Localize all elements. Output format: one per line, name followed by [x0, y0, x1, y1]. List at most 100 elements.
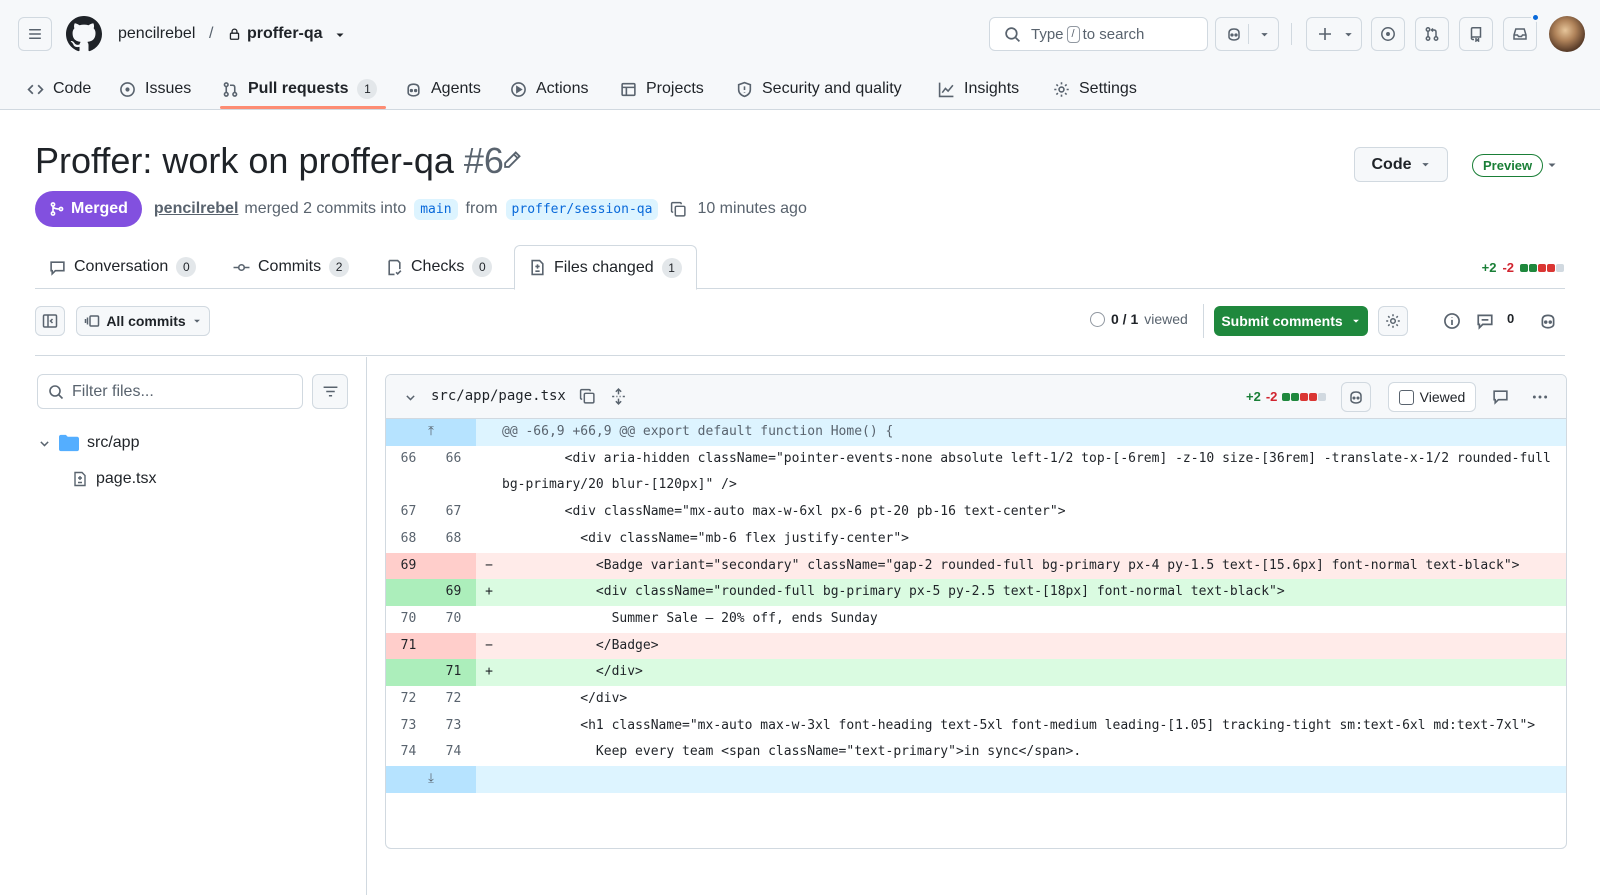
copilot-icon[interactable] — [1539, 312, 1557, 330]
nav-security[interactable]: Security and quality — [736, 68, 902, 110]
old-line-number[interactable]: 68 — [386, 525, 431, 553]
nav-settings[interactable]: Settings — [1053, 68, 1137, 110]
tab-conversation[interactable]: Conversation 0 — [35, 245, 210, 289]
tab-commits[interactable]: Commits 2 — [219, 245, 363, 289]
diff-line[interactable]: 69 − <Badge variant="secondary" className… — [386, 552, 1566, 580]
new-line-number[interactable]: 72 — [431, 686, 476, 713]
new-line-number[interactable]: 74 — [431, 739, 476, 767]
tree-file-page-tsx[interactable]: page.tsx — [72, 470, 156, 488]
viewed-checkbox-button[interactable]: Viewed — [1388, 382, 1476, 412]
diff-line[interactable]: 66 66 <div aria-hidden className="pointer… — [386, 445, 1566, 500]
new-line-number[interactable]: 66 — [431, 445, 476, 500]
diff-line[interactable]: 71 − </Badge> — [386, 632, 1566, 660]
diff-line[interactable]: 69 + <div className="rounded-full bg-prim… — [386, 579, 1566, 606]
nav-pull-requests[interactable]: Pull requests 1 — [222, 68, 378, 110]
nav-agents[interactable]: Agents — [405, 68, 481, 110]
nav-code[interactable]: Code — [27, 68, 91, 110]
comment-icon[interactable] — [1492, 388, 1509, 405]
copilot-button[interactable] — [1215, 17, 1279, 51]
issues-shortcut-button[interactable] — [1371, 17, 1405, 51]
folder-icon — [59, 434, 79, 452]
nav-actions[interactable]: Actions — [510, 68, 588, 110]
base-branch[interactable]: main — [414, 198, 458, 220]
copilot-file-button[interactable] — [1341, 382, 1371, 412]
diff-line[interactable]: 68 68 <div className="mb-6 flex justify-c… — [386, 525, 1566, 553]
nav-projects[interactable]: Projects — [620, 68, 704, 110]
copy-icon[interactable] — [579, 388, 596, 405]
new-line-number[interactable]: 70 — [431, 605, 476, 633]
submit-comments-button[interactable]: Submit comments — [1214, 306, 1368, 336]
old-line-number[interactable]: 70 — [386, 605, 431, 633]
new-line-number[interactable] — [431, 552, 476, 580]
diff-settings-button[interactable] — [1378, 306, 1408, 336]
tab-files-changed[interactable]: Files changed 1 — [514, 245, 697, 290]
comment-icon[interactable] — [1476, 312, 1494, 330]
old-line-number[interactable]: 67 — [386, 499, 431, 526]
old-line-number[interactable]: 73 — [386, 712, 431, 740]
code-button[interactable]: Code — [1354, 147, 1448, 182]
all-commits-button[interactable]: All commits — [76, 306, 210, 336]
diff-line[interactable]: 71 + </div> — [386, 659, 1566, 687]
user-avatar[interactable] — [1549, 16, 1585, 52]
graph-icon — [938, 82, 954, 97]
file-diff: src/app/page.tsx +2 -2 Viewed ⤒ @@ -66,9… — [385, 374, 1567, 849]
new-line-number[interactable]: 69 — [431, 579, 476, 606]
tree-folder-src-app[interactable]: src/app — [38, 434, 139, 452]
pr-author-link[interactable]: pencilrebel — [154, 200, 238, 218]
search-input[interactable]: Type / to search — [989, 17, 1208, 51]
expand-down-icon[interactable]: ⤓ — [386, 766, 476, 793]
toggle-file-tree-button[interactable] — [35, 306, 65, 336]
notifications-button[interactable] — [1503, 17, 1537, 51]
nav-insights[interactable]: Insights — [938, 68, 1019, 110]
old-line-number[interactable]: 66 — [386, 445, 431, 500]
hamburger-menu-button[interactable] — [18, 17, 52, 51]
viewed-progress: 0 / 1 viewed — [1090, 311, 1188, 327]
search-icon — [49, 384, 64, 399]
diff-filename[interactable]: src/app/page.tsx — [431, 388, 566, 404]
pr-tabs: Conversation 0 Commits 2 Checks 0 Files … — [35, 245, 1565, 290]
filter-files-input[interactable]: Filter files... — [37, 374, 303, 409]
nav-issues[interactable]: Issues — [119, 68, 191, 110]
new-line-number[interactable] — [431, 632, 476, 660]
diff-line[interactable]: 70 70 Summer Sale — 20% off, ends Sunday — [386, 605, 1566, 633]
filter-options-button[interactable] — [312, 374, 348, 409]
old-line-number[interactable]: 72 — [386, 686, 431, 713]
github-logo-icon[interactable] — [66, 16, 102, 52]
diff-sign — [476, 446, 502, 499]
repo-owner-link[interactable]: pencilrebel — [118, 24, 195, 44]
preview-badge[interactable]: Preview — [1472, 154, 1544, 177]
expand-up-icon[interactable]: ⤒ — [386, 419, 476, 446]
chevron-down-icon[interactable] — [404, 391, 417, 404]
old-line-number[interactable] — [386, 659, 431, 687]
pull-requests-shortcut-button[interactable] — [1415, 17, 1449, 51]
nav-actions-label: Actions — [536, 80, 589, 97]
repo-caret-down-icon[interactable] — [334, 29, 346, 41]
old-line-number[interactable] — [386, 579, 431, 606]
copy-icon[interactable] — [670, 201, 687, 218]
expand-all-icon[interactable] — [610, 388, 627, 405]
new-line-number[interactable]: 67 — [431, 499, 476, 526]
pencil-icon[interactable] — [502, 150, 522, 170]
kebab-horizontal-icon[interactable] — [1531, 388, 1549, 406]
diff-line[interactable]: 72 72 </div> — [386, 686, 1566, 713]
old-line-number[interactable]: 69 — [386, 552, 431, 580]
old-line-number[interactable]: 71 — [386, 632, 431, 660]
new-line-number[interactable]: 71 — [431, 659, 476, 687]
diff-line[interactable]: 73 73 <h1 className="mx-auto max-w-3xl fo… — [386, 712, 1566, 740]
info-icon[interactable] — [1443, 312, 1461, 330]
create-new-button[interactable] — [1306, 17, 1362, 51]
search-suffix: to search — [1082, 25, 1145, 43]
preview-caret-down-icon[interactable] — [1546, 159, 1558, 171]
repositories-shortcut-button[interactable] — [1459, 17, 1493, 51]
diff-line[interactable]: 67 67 <div className="mx-auto max-w-6xl p… — [386, 499, 1566, 526]
tab-checks[interactable]: Checks 0 — [372, 245, 506, 289]
hunk-header: ⤒ @@ -66,9 +66,9 @@ export default funct… — [386, 419, 1566, 446]
new-line-number[interactable]: 68 — [431, 525, 476, 553]
repo-name-link[interactable]: proffer-qa — [247, 24, 323, 44]
head-branch[interactable]: proffer/session-qa — [505, 198, 659, 220]
copilot-caret-down-icon[interactable] — [1259, 29, 1270, 40]
chevron-down-icon — [40, 440, 49, 447]
diff-line[interactable]: 74 74 Keep every team <span className="te… — [386, 739, 1566, 767]
old-line-number[interactable]: 74 — [386, 739, 431, 767]
new-line-number[interactable]: 73 — [431, 712, 476, 740]
